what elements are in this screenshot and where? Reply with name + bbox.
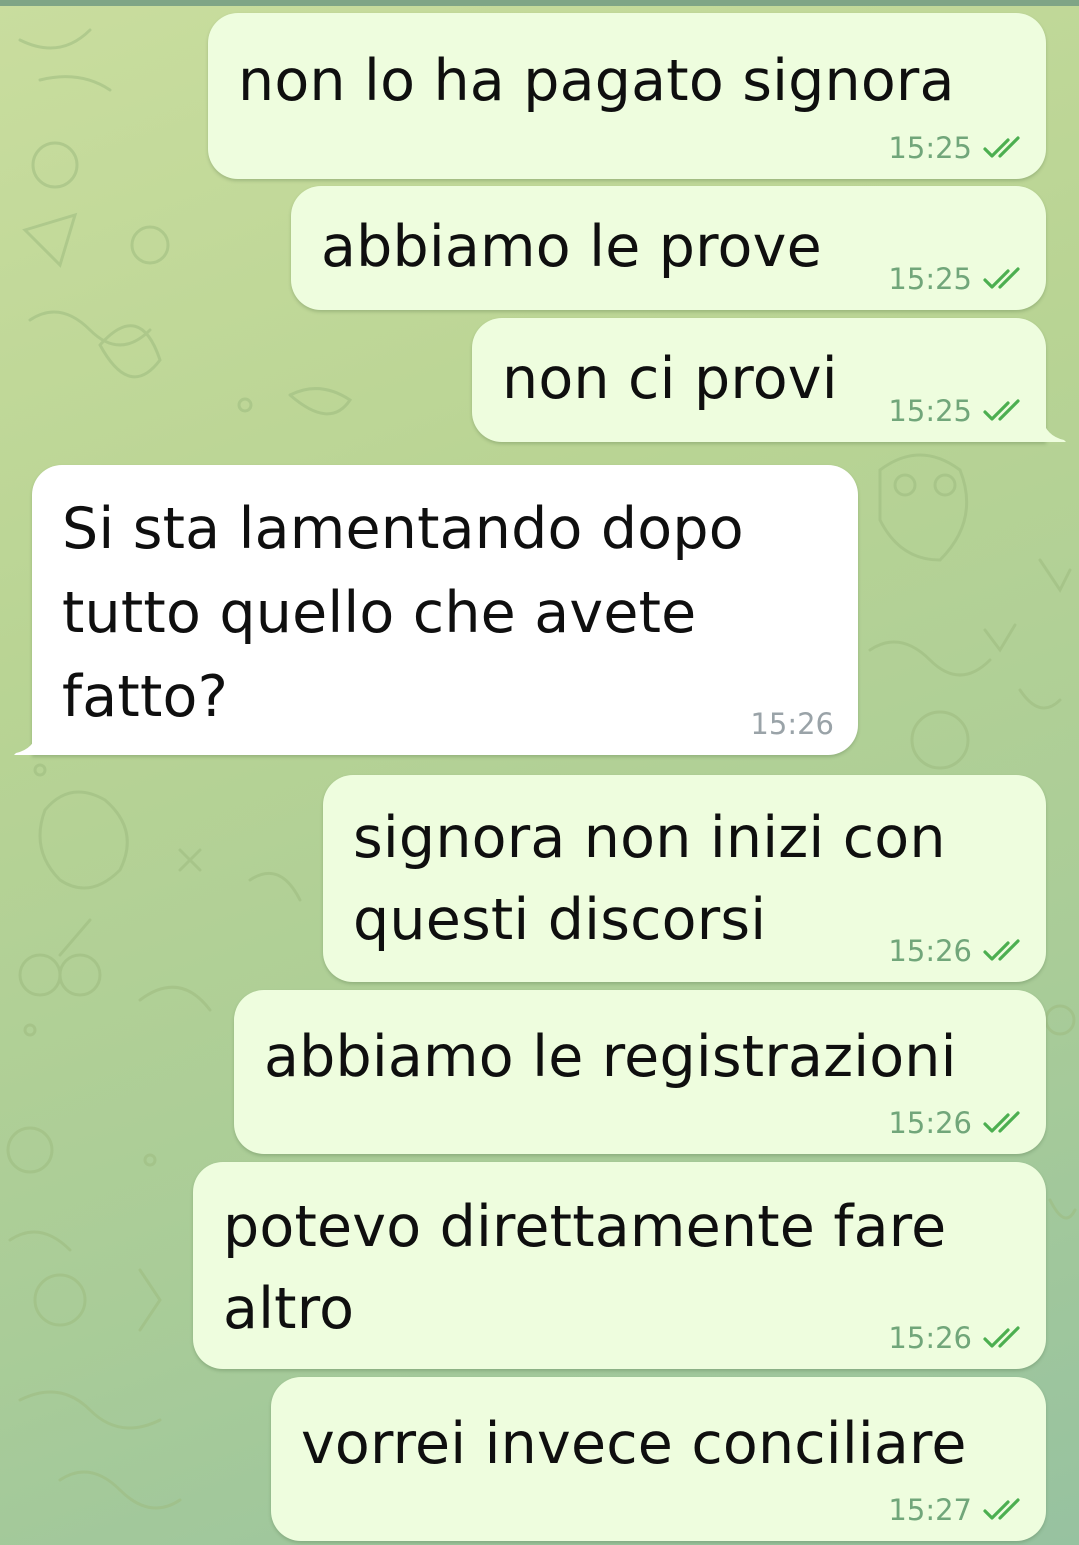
message-time: 15:27 (888, 1493, 972, 1527)
message-bubble-outgoing[interactable]: non lo ha pagato signora 15:25 (208, 13, 1046, 179)
double-check-icon (983, 267, 1020, 289)
message-text: non lo ha pagato signora (238, 48, 955, 114)
message-text: non ci provi (502, 346, 838, 412)
double-check-icon (983, 1498, 1020, 1520)
message-time: 15:25 (888, 131, 972, 165)
message-bubble-outgoing[interactable]: abbiamo le registrazioni 15:26 (234, 990, 1046, 1154)
message-time: 15:26 (888, 1321, 972, 1355)
message-bubble-outgoing[interactable]: non ci provi 15:25 (472, 318, 1066, 442)
message-time: 15:26 (888, 1106, 972, 1140)
message-text: abbiamo le prove (321, 214, 822, 280)
double-check-icon (983, 399, 1020, 421)
message-meta: 15:27 (888, 1493, 1026, 1527)
message-meta: 15:26 (750, 707, 834, 741)
double-check-icon (983, 1111, 1020, 1133)
message-bubble-outgoing[interactable]: abbiamo le prove 15:25 (291, 186, 1046, 310)
message-bubble-outgoing[interactable]: potevo direttamente fare altro 15:26 (193, 1162, 1046, 1369)
message-time: 15:26 (750, 707, 834, 741)
bubble-tail (1042, 418, 1066, 442)
message-meta: 15:25 (888, 131, 1026, 165)
message-time: 15:25 (888, 394, 972, 428)
message-bubble-outgoing[interactable]: vorrei invece conciliare 15:27 (271, 1377, 1046, 1541)
message-meta: 15:25 (888, 262, 1026, 296)
message-text: vorrei invece conciliare (301, 1411, 967, 1477)
message-text: Si sta lamentando dopo tutto quello che … (62, 496, 744, 730)
bubble-tail (14, 731, 38, 755)
message-meta: 15:26 (888, 1106, 1026, 1140)
double-check-icon (983, 1326, 1020, 1348)
message-meta: 15:26 (888, 934, 1026, 968)
message-meta: 15:25 (888, 394, 1026, 428)
top-divider (0, 0, 1079, 6)
double-check-icon (983, 939, 1020, 961)
message-text: signora non inizi con questi discorsi (353, 805, 946, 953)
message-time: 15:26 (888, 934, 972, 968)
double-check-icon (983, 136, 1020, 158)
message-bubble-outgoing[interactable]: signora non inizi con questi discorsi 15… (323, 775, 1046, 982)
message-meta: 15:26 (888, 1321, 1026, 1355)
message-time: 15:25 (888, 262, 972, 296)
message-bubble-incoming[interactable]: Si sta lamentando dopo tutto quello che … (14, 465, 858, 755)
message-text: abbiamo le registrazioni (264, 1024, 957, 1090)
message-text: potevo direttamente fare altro (223, 1194, 947, 1342)
